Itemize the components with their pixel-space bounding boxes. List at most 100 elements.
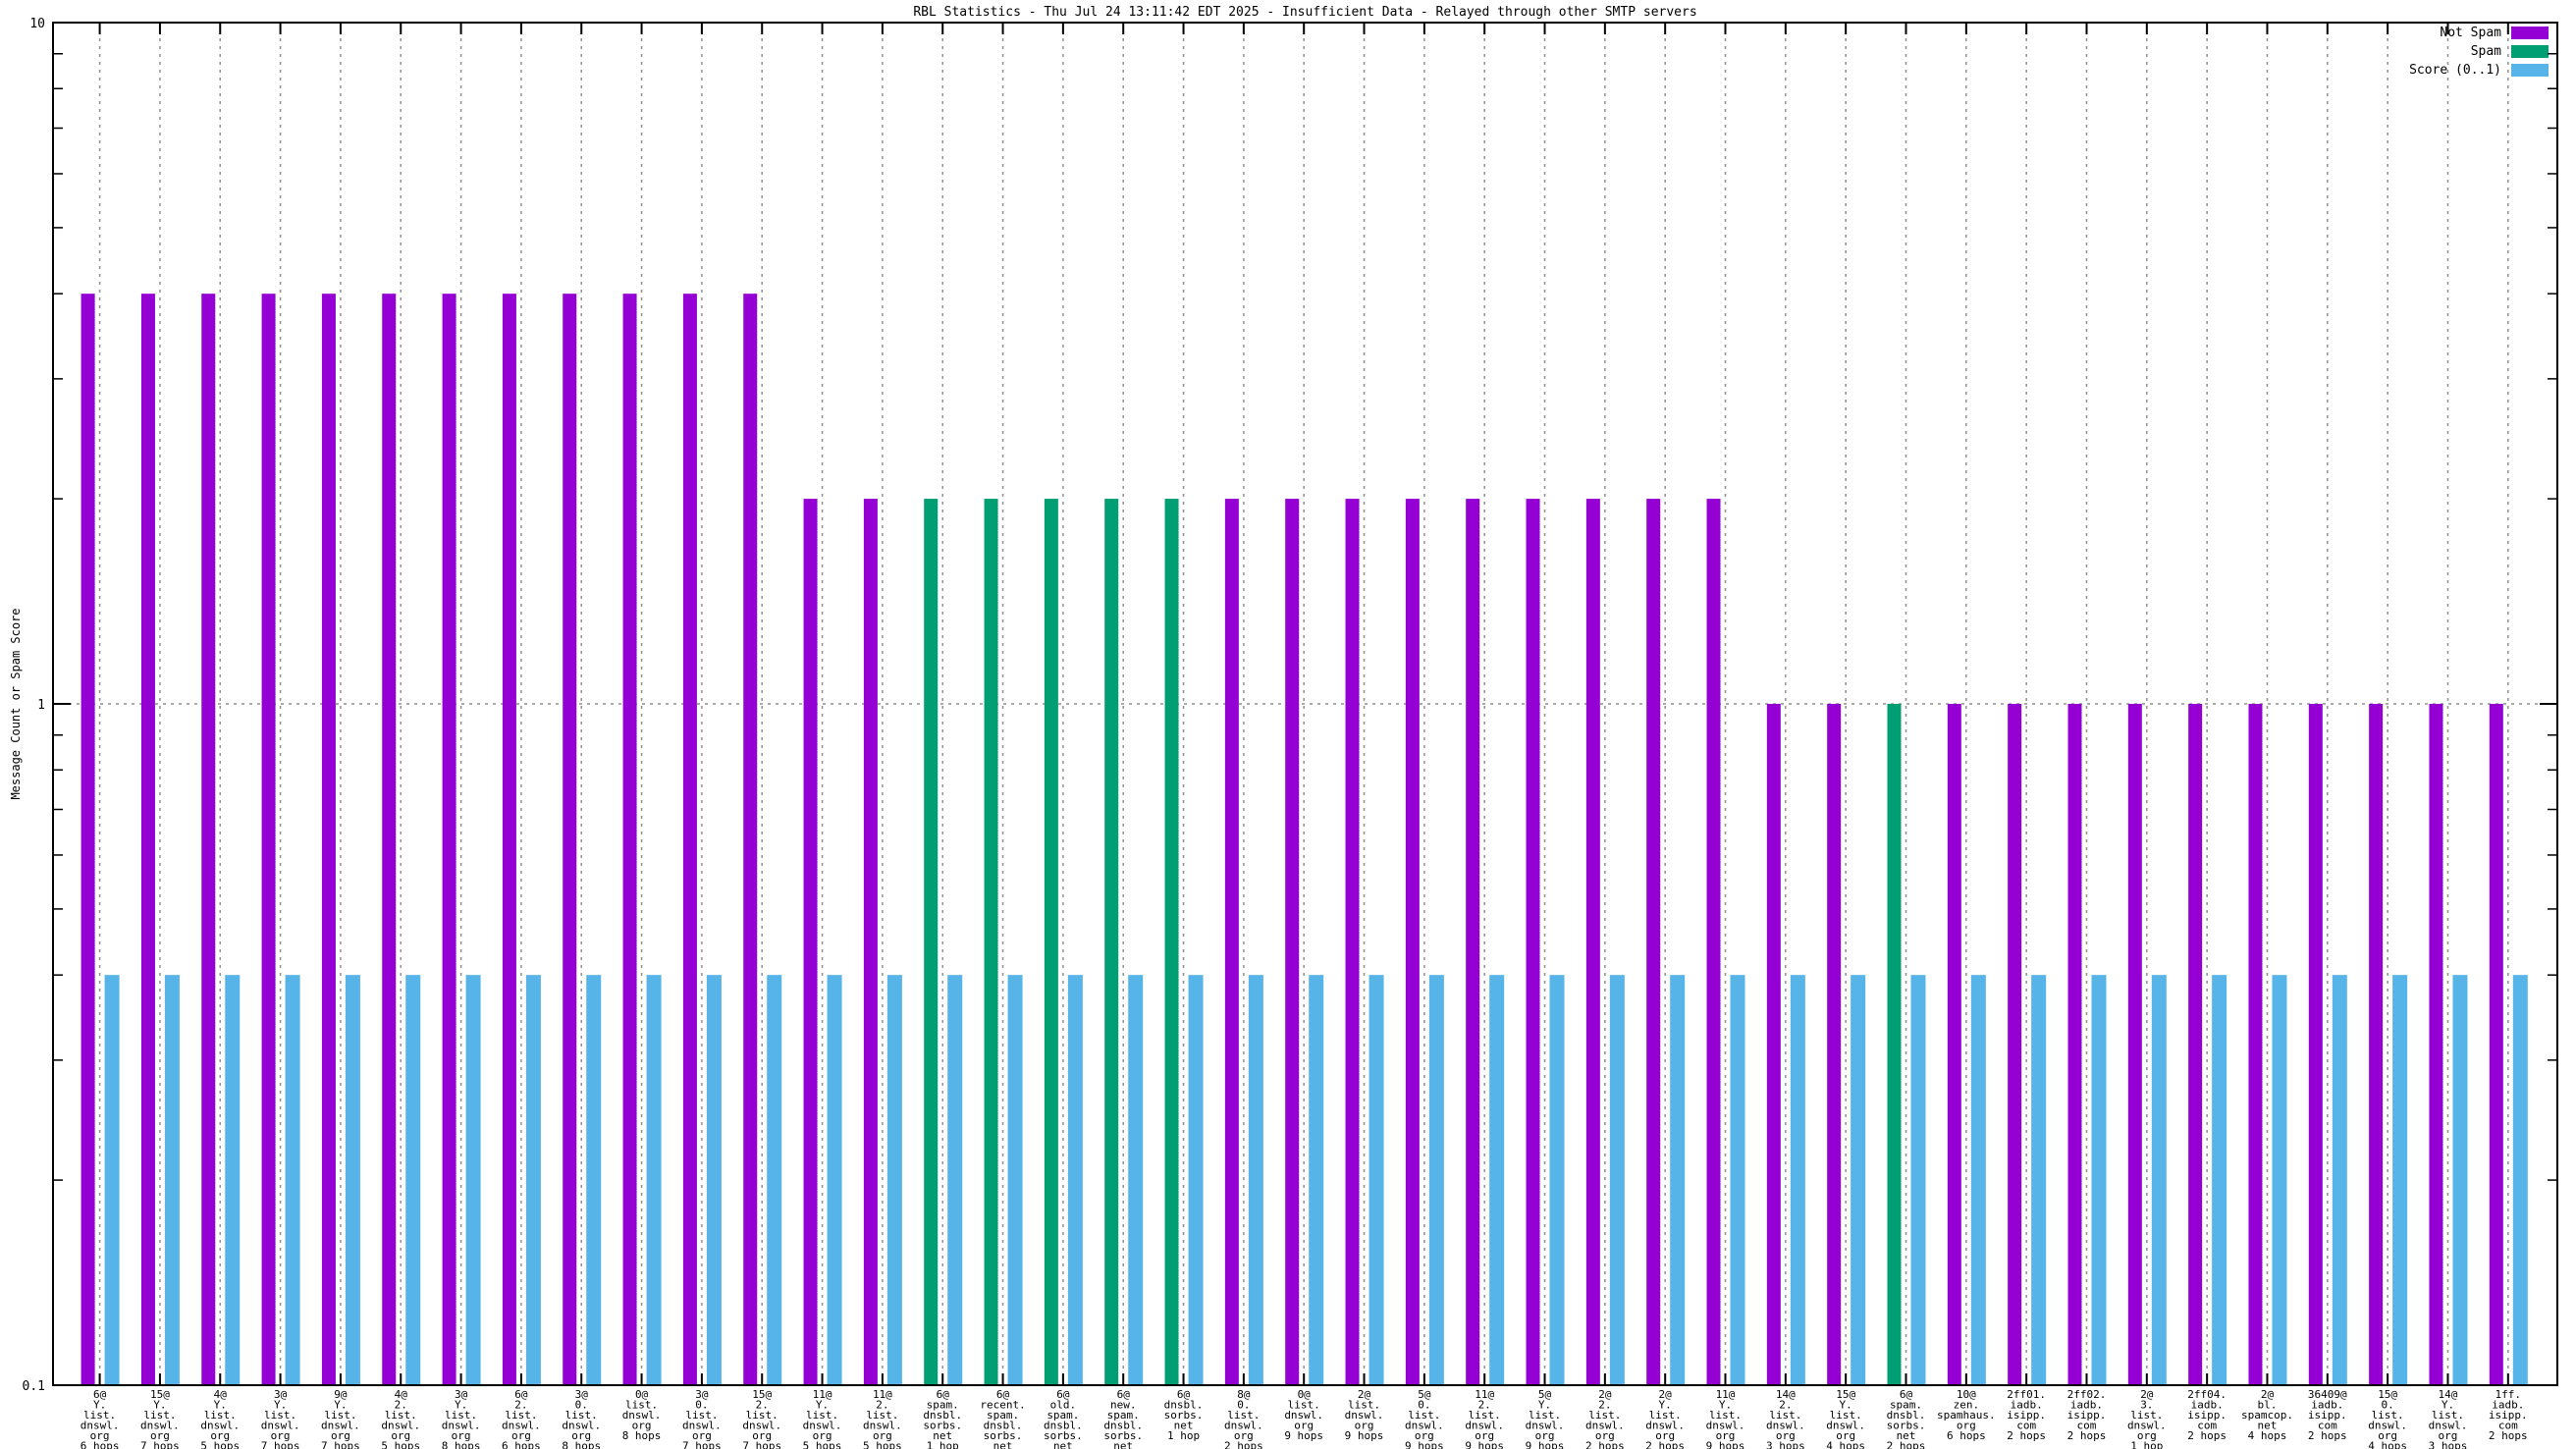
x-label: 2ff04.iadb.isipp.com2 hops: [2187, 1388, 2227, 1442]
bar-notspam: [1406, 499, 1420, 1385]
bar-notspam: [864, 499, 878, 1385]
x-label: 15@0.list.dnswl.org4 hops: [2368, 1388, 2407, 1449]
score-bar: [1791, 975, 1805, 1385]
score-bar: [1189, 975, 1204, 1385]
x-label: 15@2.list.dnswl.org7 hops: [742, 1388, 781, 1449]
x-label: 6@dnsbl.sorbs.net1 hop: [1164, 1388, 1204, 1442]
x-label: 3@Y.list.dnswl.org7 hops: [261, 1388, 300, 1449]
x-label: 11@Y.list.dnswl.org9 hops: [1706, 1388, 1745, 1449]
score-bar: [1068, 975, 1083, 1385]
x-label: 6@recent.spam.dnsbl.sorbs.net1 hop: [980, 1388, 1025, 1449]
x-label: 6@Y.list.dnswl.org6 hops: [80, 1388, 120, 1449]
score-bar: [1489, 975, 1504, 1385]
bar-notspam: [443, 294, 456, 1385]
bar-notspam: [503, 294, 516, 1385]
score-bar: [165, 975, 180, 1385]
bar-notspam: [2369, 704, 2383, 1385]
score-bar: [887, 975, 902, 1385]
x-label: 14@2.list.dnswl.org3 hops: [1766, 1388, 1805, 1449]
bar-notspam: [382, 294, 396, 1385]
x-label: 4@Y.list.dnswl.org5 hops: [200, 1388, 240, 1449]
bar-notspam: [563, 294, 576, 1385]
bar-notspam: [1586, 499, 1600, 1385]
score-bar: [405, 975, 420, 1385]
score-bar: [1550, 975, 1565, 1385]
score-bar: [526, 975, 541, 1385]
bar-notspam: [1827, 704, 1841, 1385]
score-bar: [2091, 975, 2106, 1385]
x-label: 8@0.list.dnswl.org2 hops: [1224, 1388, 1263, 1449]
bar-notspam: [2429, 704, 2442, 1385]
score-bar: [466, 975, 481, 1385]
bar-spam: [924, 499, 938, 1385]
x-label: 2@bl.spamcop.net4 hops: [2241, 1388, 2293, 1442]
score-bar: [1731, 975, 1745, 1385]
y-tick-label: 0.1: [23, 1379, 45, 1394]
x-label: 1ff.iadb.isipp.com2 hops: [2489, 1388, 2528, 1442]
score-bar: [647, 975, 662, 1385]
x-label: 6@spam.dnsbl.sorbs.net1 hop: [923, 1388, 962, 1449]
x-label: 11@2.list.dnswl.org9 hops: [1465, 1388, 1504, 1449]
bar-notspam: [2008, 704, 2021, 1385]
bar-spam: [1045, 499, 1058, 1385]
score-bar: [1670, 975, 1685, 1385]
x-label: 11@2.list.dnswl.org5 hops: [863, 1388, 902, 1449]
x-label: 2@3.list.dnswl.org1 hop: [2127, 1388, 2167, 1449]
bar-notspam: [1346, 499, 1360, 1385]
x-label: 4@2.list.dnswl.org5 hops: [381, 1388, 420, 1449]
x-label: 6@new.spam.dnsbl.sorbs.net1 hop: [1103, 1388, 1143, 1449]
score-bar: [1911, 975, 1926, 1385]
bar-notspam: [322, 294, 336, 1385]
x-label: 2ff01.iadb.isipp.com2 hops: [2007, 1388, 2046, 1442]
bar-spam: [985, 499, 998, 1385]
x-label: 5@Y.list.dnswl.org9 hops: [1526, 1388, 1565, 1449]
bar-notspam: [1948, 704, 1961, 1385]
x-label: 2@Y.list.dnswl.org2 hops: [1645, 1388, 1685, 1449]
bar-notspam: [81, 294, 95, 1385]
bar-notspam: [2128, 704, 2142, 1385]
score-bar: [1128, 975, 1143, 1385]
bar-notspam: [743, 294, 757, 1385]
score-bar: [2513, 975, 2528, 1385]
score-bar: [225, 975, 240, 1385]
score-bar: [828, 975, 842, 1385]
y-tick-label: 10: [29, 17, 45, 31]
score-bar: [2392, 975, 2407, 1385]
score-bar: [707, 975, 722, 1385]
bar-spam: [1165, 499, 1179, 1385]
score-bar: [767, 975, 781, 1385]
score-bar: [2333, 975, 2347, 1385]
x-label: 6@old.spam.dnsbl.sorbs.net1 hop: [1044, 1388, 1083, 1449]
x-label: 5@0.list.dnswl.org9 hops: [1405, 1388, 1444, 1449]
score-bar: [586, 975, 601, 1385]
x-label: 15@Y.list.dnswl.org4 hops: [1826, 1388, 1865, 1449]
bar-notspam: [2248, 704, 2262, 1385]
bar-notspam: [683, 294, 697, 1385]
score-bar: [1610, 975, 1625, 1385]
bar-spam: [1104, 499, 1118, 1385]
bar-notspam: [262, 294, 276, 1385]
score-bar: [286, 975, 300, 1385]
score-bar: [1249, 975, 1263, 1385]
score-bar: [1369, 975, 1384, 1385]
x-label: 6@2.list.dnswl.org6 hops: [502, 1388, 541, 1449]
x-label: 10@zen.spamhaus.org6 hops: [1937, 1388, 1996, 1442]
score-bar: [105, 975, 120, 1385]
bar-notspam: [1466, 499, 1479, 1385]
x-label: 9@Y.list.dnswl.org7 hops: [321, 1388, 360, 1449]
bar-notspam: [1767, 704, 1781, 1385]
score-bar: [2272, 975, 2286, 1385]
score-bar: [2212, 975, 2227, 1385]
bar-notspam: [1285, 499, 1299, 1385]
score-bar: [2031, 975, 2046, 1385]
bar-spam: [1888, 704, 1902, 1385]
bar-notspam: [201, 294, 215, 1385]
x-label: 0@list.dnswl.org9 hops: [1284, 1388, 1323, 1442]
bar-notspam: [141, 294, 155, 1385]
bar-notspam: [2309, 704, 2323, 1385]
x-label: 15@Y.list.dnswl.org7 hops: [140, 1388, 180, 1449]
x-label: 3@0.list.dnswl.org7 hops: [682, 1388, 722, 1449]
score-bar: [1309, 975, 1323, 1385]
x-label: 0@list.dnswl.org8 hops: [622, 1388, 662, 1442]
bar-notspam: [2490, 704, 2503, 1385]
